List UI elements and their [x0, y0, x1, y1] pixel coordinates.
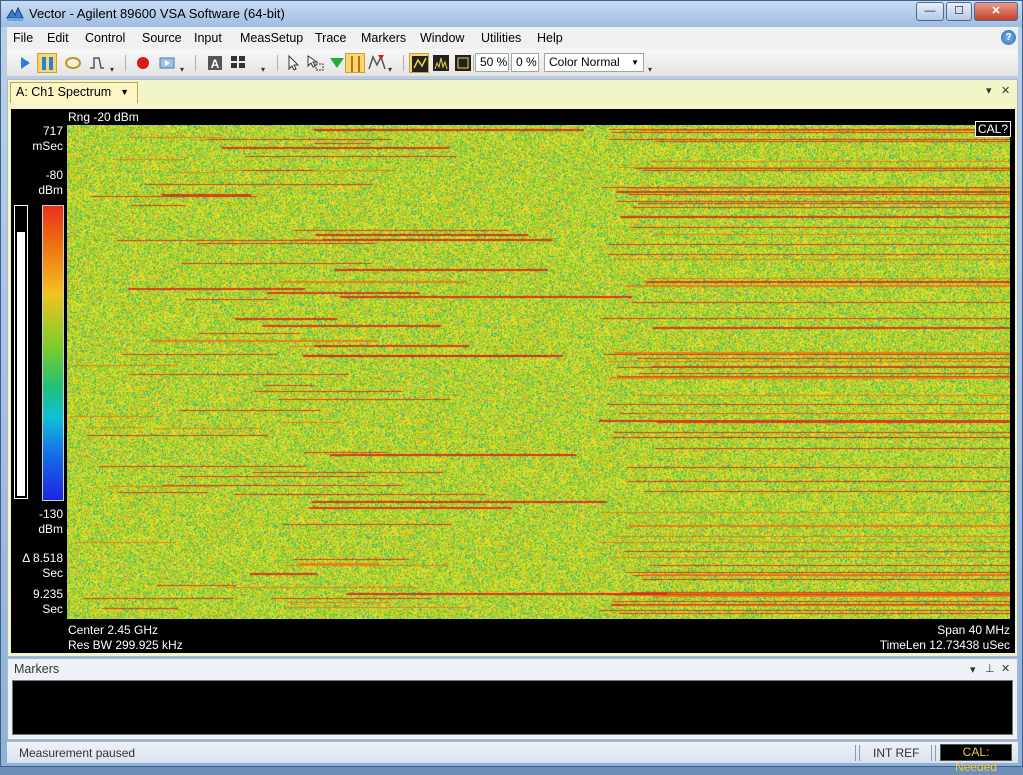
toolbar-separator [403, 55, 404, 71]
status-separator [931, 745, 932, 761]
trigger-icon[interactable] [87, 53, 107, 73]
chevron-down-icon: ▼ [631, 58, 639, 67]
center-frequency: Center 2.45 GHz [68, 623, 159, 637]
int-ref-indicator: INT REF [873, 746, 920, 760]
title-bar[interactable]: Vector - Agilent 89600 VSA Software (64-… [1, 1, 1022, 27]
span-value: Span 40 MHz [937, 623, 1010, 637]
delta-value: Δ 8.518 [22, 551, 63, 565]
zoom-percent-a-field[interactable]: 50 % [475, 53, 509, 72]
color-scale-bar [42, 205, 64, 501]
trace-view-icon[interactable] [409, 53, 429, 73]
status-separator [855, 745, 856, 761]
y-bottom-value: 9.235 [32, 587, 63, 601]
color-mode-value: Color Normal [549, 55, 620, 69]
resolution-bandwidth: Res BW 299.925 kHz [68, 638, 183, 652]
menu-help[interactable]: Help [537, 31, 563, 45]
peak-marker-icon[interactable] [367, 53, 387, 73]
window-list-icon[interactable]: ▾ [986, 84, 992, 97]
band-marker-icon[interactable] [345, 53, 365, 73]
toolbar-separator [125, 55, 126, 71]
delta-unit: Sec [42, 566, 63, 580]
zoom-pointer-icon[interactable] [305, 53, 325, 73]
scale-top-unit: dBm [38, 183, 63, 197]
toolbar: ▾ ▾ A ▾ ▾ 50 % 0 % Color Normal ▼ ▾ [7, 49, 1018, 77]
cal-needed-badge[interactable]: CAL: Needed [940, 744, 1012, 774]
cal-flag: CAL? [974, 121, 1011, 137]
menu-meassetup[interactable]: MeasSetup [240, 31, 303, 45]
app-window: Vector - Agilent 89600 VSA Software (64-… [0, 0, 1023, 774]
toolbar-grip[interactable]: ▾ [388, 65, 392, 74]
tab-ch1-spectrum[interactable]: A: Ch1 Spectrum ▼ [10, 82, 138, 103]
menu-edit[interactable]: Edit [47, 31, 69, 45]
status-separator [859, 745, 860, 761]
trace-position-fill [17, 232, 25, 496]
toolbar-grip[interactable]: ▾ [180, 65, 184, 74]
trace-document: A: Ch1 Spectrum ▼ ▾ ✕ Rng -20 dBm 717 mS… [7, 79, 1018, 657]
time-length: TimeLen 12.73438 uSec [879, 638, 1010, 652]
marker-icon[interactable] [327, 53, 347, 73]
close-button[interactable]: ✕ [974, 2, 1018, 21]
menu-trace[interactable]: Trace [315, 31, 347, 45]
help-icon[interactable]: ? [1001, 30, 1016, 45]
menu-markers[interactable]: Markers [361, 31, 406, 45]
pointer-icon[interactable] [283, 53, 303, 73]
spectrogram-canvas[interactable] [67, 125, 1010, 619]
markers-table[interactable] [12, 680, 1013, 735]
close-icon[interactable]: ✕ [1001, 662, 1010, 675]
status-separator [935, 745, 936, 761]
chevron-down-icon[interactable]: ▼ [120, 83, 129, 102]
scale-bottom-unit: dBm [38, 522, 63, 536]
y-top-unit: mSec [32, 139, 63, 153]
toolbar-separator [195, 55, 196, 71]
menu-bar: File Edit Control Source Input MeasSetup… [7, 27, 1018, 49]
toolbar-grip[interactable]: ▾ [648, 65, 652, 74]
markers-title: Markers [14, 662, 60, 676]
scale-top-value: -80 [45, 168, 63, 182]
menu-file[interactable]: File [13, 31, 33, 45]
toolbar-grip[interactable]: ▾ [261, 65, 265, 74]
pin-icon[interactable]: ⊥ [985, 662, 995, 675]
annotation-icon[interactable]: A [205, 53, 225, 73]
menu-control[interactable]: Control [85, 31, 125, 45]
playback-icon[interactable] [157, 53, 177, 73]
toolbar-grip[interactable]: ▾ [110, 65, 114, 74]
scale-bottom-value: -130 [38, 507, 63, 521]
markers-panel: Markers ▾ ⊥ ✕ [7, 658, 1018, 740]
svg-text:A: A [211, 57, 220, 71]
menu-utilities[interactable]: Utilities [481, 31, 521, 45]
color-mode-select[interactable]: Color Normal ▼ [544, 53, 644, 72]
spectrogram-view-icon[interactable] [453, 53, 473, 73]
loop-icon[interactable] [63, 53, 83, 73]
status-message: Measurement paused [19, 746, 136, 760]
window-title: Vector - Agilent 89600 VSA Software (64-… [29, 6, 285, 21]
tab-label: A: Ch1 Spectrum [16, 85, 112, 99]
y-bottom-unit: Sec [42, 602, 63, 616]
pause-icon[interactable] [37, 53, 57, 73]
spectrogram-trace[interactable]: Rng -20 dBm 717 mSec -80 dBm -130 dBm Δ … [11, 109, 1015, 653]
zoom-percent-b-field[interactable]: 0 % [511, 53, 539, 72]
toolbar-separator [277, 55, 278, 71]
play-icon[interactable] [15, 53, 35, 73]
grid-layout-icon[interactable] [229, 53, 249, 73]
range-label: Rng -20 dBm [68, 110, 139, 124]
chevron-down-icon[interactable]: ▾ [970, 663, 976, 676]
status-bar: Measurement paused INT REF CAL: Needed [7, 741, 1018, 774]
menu-input[interactable]: Input [194, 31, 222, 45]
spectrum-view-icon[interactable] [431, 53, 451, 73]
menu-window[interactable]: Window [420, 31, 464, 45]
toolbar-separator [473, 55, 474, 71]
record-icon[interactable] [133, 53, 153, 73]
y-top-value: 717 [42, 124, 63, 138]
close-icon[interactable]: ✕ [1001, 84, 1010, 97]
app-logo-icon [6, 6, 24, 21]
menu-source[interactable]: Source [142, 31, 182, 45]
maximize-button[interactable]: ☐ [946, 2, 972, 21]
minimize-button[interactable]: — [916, 2, 944, 21]
trace-position-slider[interactable] [14, 205, 28, 499]
